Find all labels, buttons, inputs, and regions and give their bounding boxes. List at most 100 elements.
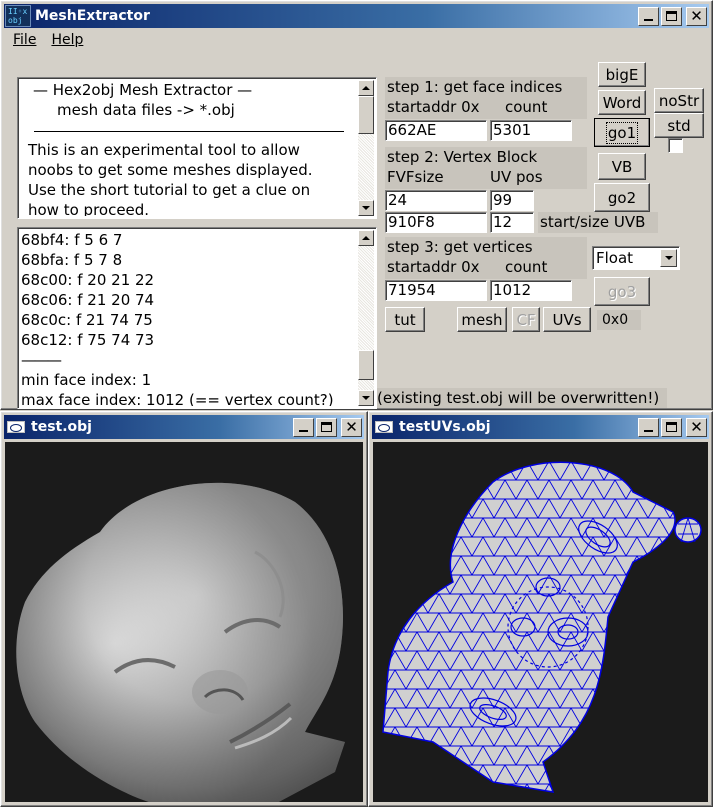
log-scrollbar[interactable] [358, 230, 374, 406]
step1-title: step 1: get face indices [387, 78, 563, 96]
log-summary-line: min face index: 1 [21, 371, 152, 389]
window-icon [7, 421, 25, 433]
log-line: 68bfa: f 5 7 8 [21, 251, 123, 269]
uv-viewport[interactable] [373, 442, 708, 802]
step3-panel: step 3: get vertices startaddr 0x count [385, 237, 587, 279]
step2-title: step 2: Vertex Block [387, 148, 538, 166]
maximize-icon [666, 11, 677, 21]
info-textbox[interactable]: — Hex2obj Mesh Extractor — mesh data fil… [17, 77, 377, 219]
step1-startaddr-input[interactable]: 662AE [385, 120, 487, 141]
window-title: MeshExtractor [35, 8, 150, 24]
overwrite-note: (existing test.obj will be overwritten!) [377, 388, 668, 408]
uvs-button[interactable]: UVs [543, 307, 591, 332]
format-select-value: Float [596, 249, 634, 267]
step2-fvfsize-input[interactable]: 24 [385, 190, 487, 211]
close-button[interactable]: ✕ [341, 417, 362, 437]
close-icon: ✕ [690, 6, 703, 25]
arrow-up-icon [362, 236, 370, 240]
maximize-button[interactable] [661, 6, 682, 26]
uv-view-titlebar[interactable]: testUVs.obj ✕ [372, 415, 709, 439]
maximize-button[interactable] [316, 417, 337, 437]
log-textbox[interactable]: 68bf4: f 5 6 7 68bfa: f 5 7 8 68c00: f 2… [17, 227, 377, 409]
info-paragraph-line: Use the short tutorial to get a clue on [28, 181, 311, 199]
maximize-icon [321, 422, 332, 432]
scroll-down-button[interactable] [358, 200, 374, 216]
vb-button[interactable]: VB [598, 153, 646, 180]
scroll-thumb[interactable] [358, 350, 374, 380]
close-button[interactable]: ✕ [686, 6, 707, 26]
format-select[interactable]: Float [592, 246, 680, 270]
mesh-viewport[interactable] [5, 442, 363, 802]
step2-uvb-label: start/size UVB [538, 212, 658, 233]
log-line: 68c06: f 21 20 74 [21, 291, 155, 309]
minimize-icon [644, 430, 653, 432]
close-button[interactable]: ✕ [686, 417, 707, 437]
std-button[interactable]: std [654, 113, 704, 138]
rendered-head-mesh [16, 482, 345, 802]
step3-title: step 3: get vertices [387, 238, 533, 256]
cf-button[interactable]: CF [512, 307, 540, 332]
info-divider [34, 131, 344, 132]
scroll-down-button[interactable] [358, 390, 374, 406]
go3-button[interactable]: go3 [594, 277, 650, 306]
minimize-icon [299, 430, 308, 432]
scroll-thumb[interactable] [358, 96, 374, 134]
maximize-icon [666, 422, 677, 432]
mesh-view-titlebar[interactable]: test.obj ✕ [4, 415, 364, 439]
log-line: 68c12: f 75 74 73 [21, 331, 155, 349]
noStr-button[interactable]: noStr [654, 88, 704, 113]
log-line: 68c00: f 20 21 22 [21, 271, 155, 289]
uv-wireframe [382, 461, 702, 793]
log-separator: ——— [21, 351, 62, 369]
mesh-view-window: test.obj ✕ [0, 411, 368, 807]
std-checkbox[interactable] [668, 138, 683, 153]
arrow-down-icon [362, 206, 370, 210]
word-button[interactable]: Word [598, 90, 646, 115]
log-line: 68bf4: f 5 6 7 [21, 231, 123, 249]
window-icon [375, 421, 393, 433]
minimize-icon [644, 19, 653, 21]
step2-uvb-size-input[interactable]: 12 [490, 212, 534, 233]
hex-value-label: 0x0 [597, 310, 641, 330]
uv-view-title: testUVs.obj [399, 419, 491, 435]
go1-button[interactable]: go1 [594, 118, 650, 147]
step1-count-label: count [505, 98, 548, 116]
step2-panel: step 2: Vertex Block FVFsize UV pos [385, 147, 587, 189]
info-heading-2: mesh data files -> *.obj [57, 101, 235, 119]
info-paragraph-line: This is an experimental tool to allow [28, 141, 300, 159]
log-line: 68c0c: f 21 74 75 [21, 311, 153, 329]
scroll-up-button[interactable] [358, 230, 374, 246]
chevron-down-icon [664, 256, 673, 260]
step3-count-label: count [505, 258, 548, 276]
minimize-button[interactable] [638, 417, 659, 437]
step1-panel: step 1: get face indices startaddr 0x co… [385, 77, 587, 119]
minimize-button[interactable] [638, 6, 659, 26]
step3-startaddr-input[interactable]: 71954 [385, 280, 487, 301]
tut-button[interactable]: tut [385, 307, 425, 332]
dropdown-button[interactable] [660, 249, 677, 267]
main-titlebar[interactable]: II◦x obj MeshExtractor ✕ [4, 4, 709, 28]
scroll-up-button[interactable] [358, 80, 374, 96]
step2-uvpos-input[interactable]: 99 [490, 190, 534, 211]
menu-file[interactable]: File [4, 32, 45, 48]
app-icon: II◦x obj [5, 5, 31, 27]
main-window: II◦x obj MeshExtractor ✕ File Help — Hex2… [0, 0, 713, 410]
maximize-button[interactable] [661, 417, 682, 437]
go2-button[interactable]: go2 [594, 183, 650, 212]
mesh-view-title: test.obj [31, 419, 92, 435]
info-scrollbar[interactable] [358, 80, 374, 216]
close-icon: ✕ [345, 417, 358, 436]
menu-help[interactable]: Help [45, 32, 92, 48]
minimize-button[interactable] [293, 417, 314, 437]
step3-count-input[interactable]: 1012 [490, 280, 572, 301]
mesh-button[interactable]: mesh [457, 307, 507, 332]
info-paragraph-line: how to proceed. [28, 201, 150, 216]
step1-count-input[interactable]: 5301 [490, 120, 572, 141]
bigE-button[interactable]: bigE [598, 62, 646, 87]
menubar: File Help [4, 29, 709, 51]
close-icon: ✕ [690, 417, 703, 436]
step2-uvb-start-input[interactable]: 910F8 [385, 212, 487, 233]
arrow-down-icon [362, 396, 370, 400]
step2-uvpos-label: UV pos [490, 168, 543, 186]
info-paragraph-line: noobs to get some meshes displayed. [28, 161, 313, 179]
